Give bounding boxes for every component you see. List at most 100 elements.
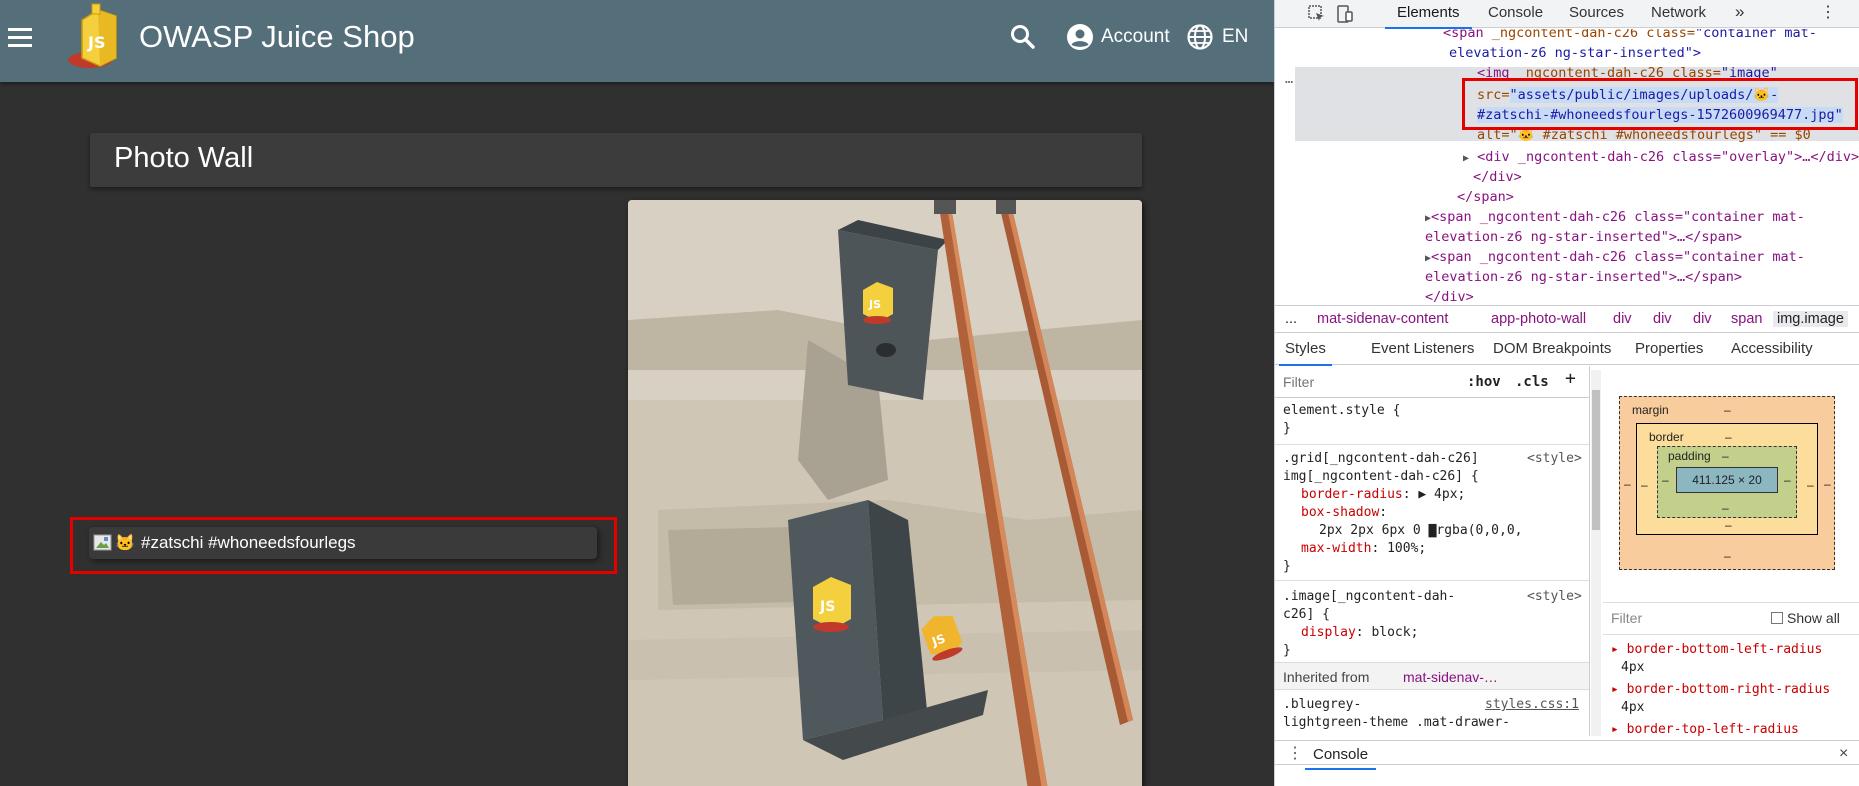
- computed-value: 4px: [1621, 660, 1645, 675]
- padding-right-value: –: [1784, 473, 1791, 487]
- margin-bottom-value: –: [1724, 549, 1731, 563]
- expand-triangle-icon[interactable]: ▶: [1463, 153, 1469, 164]
- breadcrumb-item-active[interactable]: img.image: [1773, 311, 1848, 327]
- span-container-2-cont[interactable]: elevation-z6 ng-star-inserted">…</span>: [1425, 227, 1742, 247]
- rule1-source[interactable]: <style>: [1527, 450, 1582, 468]
- tab-console[interactable]: Console: [1488, 4, 1543, 21]
- elements-line[interactable]: <span _ngcontent-dah-c26 class="containe…: [1443, 29, 1817, 43]
- juice-shop-app: JS OWASP Juice Shop Account EN Photo Wal…: [0, 0, 1274, 786]
- prop-value: block;: [1371, 625, 1419, 640]
- trailing-close-div[interactable]: </div>: [1425, 287, 1474, 305]
- menu-icon[interactable]: [6, 24, 42, 60]
- app-title[interactable]: OWASP Juice Shop: [139, 19, 415, 55]
- computed-prop[interactable]: ▸ border-bottom-right-radius: [1611, 682, 1830, 697]
- rule1-prop-max-width[interactable]: max-width: 100%;: [1301, 540, 1426, 558]
- more-tabs-button[interactable]: »: [1735, 2, 1744, 22]
- rule3-selector[interactable]: .bluegrey-: [1283, 696, 1361, 714]
- caption-text: #zatschi #whoneedsfourlegs: [141, 533, 356, 552]
- rule1-selector-cont[interactable]: img[_ngcontent-dah-c26] {: [1283, 468, 1479, 486]
- breadcrumb-item[interactable]: div: [1693, 311, 1712, 327]
- rule1-selector[interactable]: .grid[_ngcontent-dah-c26]: [1283, 450, 1479, 468]
- close-div-line[interactable]: </div>: [1473, 167, 1522, 187]
- rule1-prop-box-shadow-value[interactable]: 2px 2px 6px 0 ▇rgba(0,0,0,: [1319, 522, 1523, 540]
- span-container-2-text: <span _ngcontent-dah-c26 class="containe…: [1431, 209, 1805, 225]
- tab-network[interactable]: Network: [1651, 4, 1706, 21]
- language-label: EN: [1222, 26, 1249, 47]
- box-model-margin[interactable]: margin – – – – border – – – – padding – …: [1619, 396, 1835, 570]
- computed-prop[interactable]: ▸ border-top-left-radius: [1611, 722, 1799, 737]
- overlay-div-line[interactable]: ▶ <div _ngcontent-dah-c26 class="overlay…: [1463, 147, 1859, 169]
- rule1-prop-box-shadow[interactable]: box-shadow:: [1301, 504, 1387, 522]
- broken-image-caption[interactable]: 🐱 #zatschi #whoneedsfourlegs: [89, 527, 597, 559]
- checkbox-icon[interactable]: [1771, 612, 1783, 624]
- photo-wall-image[interactable]: JS JS JS: [628, 200, 1142, 786]
- account-button[interactable]: Account: [1066, 20, 1170, 54]
- computed-filter-input[interactable]: Filter: [1611, 610, 1642, 626]
- search-icon[interactable]: [1008, 22, 1038, 52]
- close-drawer-icon[interactable]: ×: [1839, 745, 1848, 763]
- rule2-source[interactable]: <style>: [1527, 588, 1582, 606]
- inspect-element-icon[interactable]: [1307, 4, 1327, 24]
- photo-wall-header-card: Photo Wall: [90, 133, 1142, 187]
- breadcrumb-ellipsis[interactable]: ...: [1285, 311, 1297, 327]
- language-button[interactable]: EN: [1186, 20, 1248, 54]
- tab-styles[interactable]: Styles: [1279, 340, 1332, 366]
- drawer-menu-icon[interactable]: ⋮: [1287, 743, 1303, 763]
- rule1-prop-border-radius[interactable]: border-radius: ▶ 4px;: [1301, 486, 1465, 504]
- svg-text:JS: JS: [87, 33, 105, 52]
- rule-close-brace: }: [1283, 421, 1291, 436]
- console-drawer-bar: ⋮ Console ×: [1275, 741, 1859, 770]
- rule3-source[interactable]: styles.css:1: [1485, 696, 1579, 714]
- border-top-value: –: [1725, 430, 1732, 444]
- breadcrumb-item[interactable]: span: [1731, 311, 1762, 327]
- styles-scrollbar[interactable]: [1591, 370, 1601, 736]
- show-all-checkbox[interactable]: Show all: [1771, 610, 1840, 626]
- element-style-rule[interactable]: element.style {: [1283, 402, 1400, 420]
- span-container-2[interactable]: ▶<span _ngcontent-dah-c26 class="contain…: [1425, 207, 1805, 229]
- computed-prop-name: border-bottom-left-radius: [1626, 642, 1823, 657]
- tab-event-listeners[interactable]: Event Listeners: [1371, 340, 1474, 357]
- overlay-div-text: <div _ngcontent-dah-c26 class="overlay">…: [1477, 149, 1859, 165]
- span-container-3-cont[interactable]: elevation-z6 ng-star-inserted">…</span>: [1425, 267, 1742, 287]
- svg-text:JS: JS: [868, 298, 881, 311]
- add-rule-button[interactable]: +: [1565, 370, 1576, 388]
- close-span-line[interactable]: </span>: [1457, 187, 1514, 207]
- margin-top-value: –: [1724, 403, 1731, 417]
- elements-line[interactable]: elevation-z6 ng-star-inserted">: [1449, 43, 1701, 63]
- breadcrumb-item[interactable]: div: [1613, 311, 1632, 327]
- styles-subtab-bar: Styles Event Listeners DOM Breakpoints P…: [1275, 333, 1859, 366]
- rule2-selector[interactable]: .image[_ngcontent-dah-: [1283, 588, 1455, 606]
- cls-toggle[interactable]: .cls: [1515, 373, 1549, 391]
- drawer-tab-console[interactable]: Console: [1304, 746, 1377, 770]
- rule2-prop-display[interactable]: display: block;: [1301, 624, 1418, 642]
- tab-sources[interactable]: Sources: [1569, 4, 1624, 21]
- prop-name: max-width: [1301, 541, 1372, 556]
- hov-toggle[interactable]: :hov: [1467, 373, 1501, 391]
- broken-image-icon: [93, 534, 112, 551]
- rule2-selector-cont[interactable]: c26] {: [1283, 606, 1330, 624]
- elements-line-tag: <span: [1443, 29, 1484, 41]
- tab-accessibility[interactable]: Accessibility: [1731, 340, 1813, 357]
- src-highlight-box: [1462, 78, 1858, 130]
- tab-dom-breakpoints[interactable]: DOM Breakpoints: [1493, 340, 1611, 357]
- box-model-padding[interactable]: padding – – – – 411.125 × 20: [1657, 446, 1797, 518]
- margin-right-value: –: [1824, 477, 1831, 491]
- device-toolbar-icon[interactable]: [1335, 4, 1355, 24]
- rule3-selector-cont[interactable]: lightgreen-theme .mat-drawer-: [1283, 714, 1510, 732]
- styles-filter-input[interactable]: [1283, 371, 1453, 393]
- computed-prop-name: border-bottom-right-radius: [1626, 682, 1831, 697]
- kebab-menu-icon[interactable]: ⋮: [1820, 2, 1836, 22]
- computed-prop[interactable]: ▸ border-bottom-left-radius: [1611, 642, 1822, 657]
- tab-elements[interactable]: Elements: [1385, 4, 1471, 29]
- breadcrumb-item[interactable]: mat-sidenav-content: [1317, 311, 1448, 327]
- breadcrumb-item[interactable]: div: [1653, 311, 1672, 327]
- tab-properties[interactable]: Properties: [1635, 340, 1703, 357]
- juice-shop-logo[interactable]: JS: [68, 2, 130, 70]
- border-left-value: –: [1641, 478, 1648, 492]
- inherited-from-link[interactable]: mat-sidenav-…: [1403, 668, 1498, 686]
- span-container-3[interactable]: ▶<span _ngcontent-dah-c26 class="contain…: [1425, 247, 1805, 269]
- box-model-content[interactable]: 411.125 × 20: [1676, 467, 1778, 493]
- box-model-border[interactable]: border – – – – padding – – – – 411.125 ×…: [1636, 423, 1818, 535]
- node-dots[interactable]: …: [1285, 69, 1293, 89]
- breadcrumb-item[interactable]: app-photo-wall: [1491, 311, 1586, 327]
